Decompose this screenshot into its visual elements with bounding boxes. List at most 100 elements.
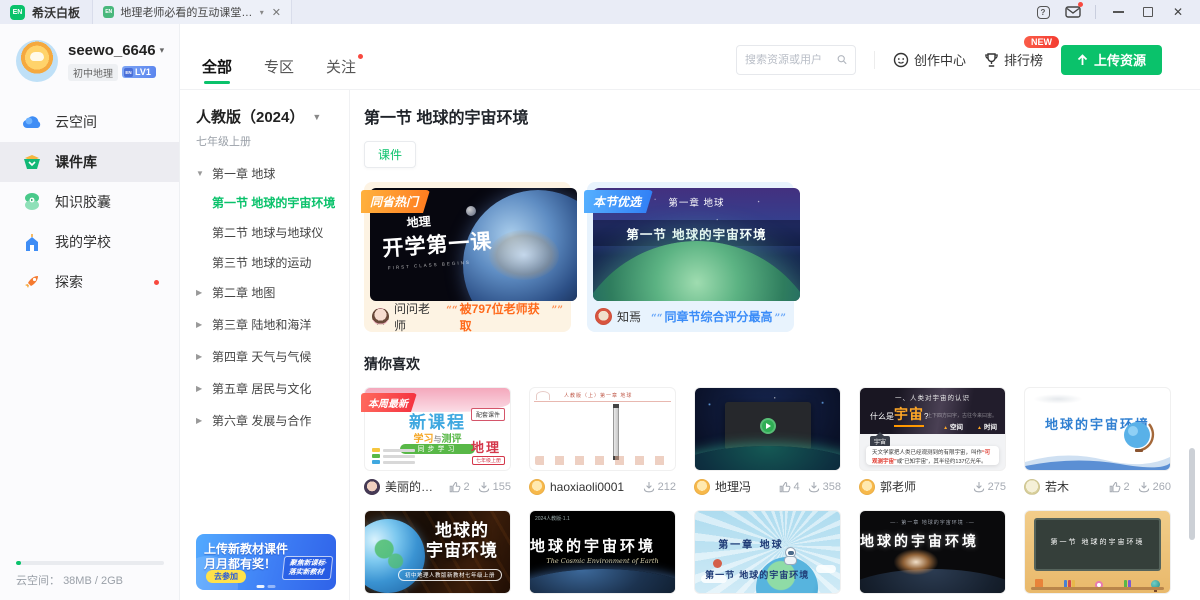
author-name[interactable]: haoxiaoli0001 [550, 480, 624, 494]
search-icon[interactable] [837, 53, 847, 66]
section-1-3[interactable]: 第三节 地球的运动 [212, 254, 349, 271]
tab-following[interactable]: 关注 [326, 56, 356, 89]
filter-tag-courseware[interactable]: 课件 [364, 141, 416, 168]
card-thumbnail[interactable]: 地球的宇宙环境 初中地理人教版新教材七年级上册 [364, 510, 511, 594]
storage-value: 38MB / 2GB [63, 575, 123, 587]
resource-card[interactable]: 一、人类对宇宙的认识 什么是宇宙? 上下四方曰宇，古往今来曰宙。 空间时间 宇宙… [859, 387, 1006, 497]
resource-card[interactable]: 地球的宇宙环境 若木 [1024, 387, 1171, 497]
chevron-down-icon[interactable]: ▼ [196, 169, 204, 178]
edition-selector[interactable]: 人教版（2024） ▼ [196, 106, 349, 127]
storage-usage: 云空间： 38MB / 2GB [0, 561, 179, 600]
author-name[interactable]: 问问老师 [394, 300, 441, 334]
author-avatar[interactable] [364, 479, 380, 495]
sidebar-item-explore[interactable]: 探索 [0, 262, 179, 302]
sidebar-item-knowledge-capsule[interactable]: 知识胶囊 [0, 182, 179, 222]
author-name[interactable]: 美丽的荣望 [385, 478, 444, 495]
featured-card-hot[interactable]: 同省热门 地理 开学第一课 FIRST CLASS BEGINS [364, 182, 571, 332]
author-name[interactable]: 若木 [1045, 478, 1069, 495]
promo-join-button[interactable]: 去参加 [206, 570, 246, 583]
creation-center-button[interactable]: 创作中心 [893, 50, 966, 69]
author-avatar[interactable] [372, 308, 389, 325]
author-avatar[interactable] [1024, 479, 1040, 495]
tab-close-icon[interactable]: ✕ [272, 6, 281, 19]
chapter-5[interactable]: ▶ 第五章 居民与文化 [196, 380, 349, 397]
author-avatar[interactable] [529, 479, 545, 495]
featured-caption: ““被797位老师获取”” [446, 300, 563, 334]
sidebar-item-cloud-space[interactable]: 云空间 [0, 102, 179, 142]
author-name[interactable]: 郭老师 [880, 478, 916, 495]
header-divider [874, 51, 875, 69]
carousel-dots[interactable] [257, 585, 276, 588]
featured-card-best[interactable]: 本节优选 第一章 地球 第一节 地球的宇宙环境 知焉 ““同章节综合评分最高”” [587, 182, 794, 332]
resource-card[interactable]: 第一节 地球的宇宙环境 [1024, 510, 1171, 600]
chapter-1[interactable]: ▼ 第一章 地球 [196, 165, 349, 182]
app-window: EN 希沃白板 EN 地理老师必看的互动课堂小... ▾ ✕ ? ✕ [0, 0, 1200, 600]
section-1-2[interactable]: 第二节 地球与地球仪 [212, 224, 349, 241]
edition-label: 人教版（2024） [196, 106, 304, 127]
resource-card[interactable]: 地球的宇宙环境 初中地理人教版新教材七年级上册 问问老师 231 [364, 510, 511, 600]
avatar[interactable] [16, 40, 58, 82]
chevron-right-icon[interactable]: ▶ [196, 352, 204, 361]
document-tab[interactable]: EN 地理老师必看的互动课堂小... ▾ ✕ [92, 0, 292, 24]
author-avatar[interactable] [859, 479, 875, 495]
download-stat: 358 [808, 481, 841, 493]
minimize-icon[interactable] [1110, 4, 1126, 20]
upload-resource-button[interactable]: 上传资源 [1061, 45, 1162, 75]
app-title: 希沃白板 [32, 4, 80, 21]
author-name[interactable]: 知焉 [617, 308, 641, 325]
resource-card[interactable]: 本周最新 配套课件 新课程 学习与测评 同步学习 地理 七年级上册 [364, 387, 511, 497]
chapter-3[interactable]: ▶ 第三章 陆地和海洋 [196, 316, 349, 333]
maximize-icon[interactable] [1140, 4, 1156, 20]
resource-card[interactable]: —· 第一章 地球的宇宙环境 ·— 地球的宇宙环境 曾秋萍 4 98 [859, 510, 1006, 600]
card-thumbnail[interactable]: 2024人教版·1.1 地球的宇宙环境 The Cosmic Environme… [529, 510, 676, 594]
author-avatar[interactable] [694, 479, 710, 495]
card-thumbnail[interactable]: 一、人类对宇宙的认识 什么是宇宙? 上下四方曰宇，古往今来曰宙。 空间时间 宇宙… [859, 387, 1006, 471]
search-input[interactable] [745, 54, 831, 66]
chevron-right-icon[interactable]: ▶ [196, 320, 204, 329]
chapter-6[interactable]: ▶ 第六章 发展与合作 [196, 412, 349, 429]
user-profile[interactable]: seewo_6646 ▾ 初中地理 EN LV1 [0, 24, 179, 92]
resource-card[interactable]: 人教版（上）第一章 地球 haoxiaoli0001 212 [529, 387, 676, 497]
username: seewo_6646 [68, 42, 156, 59]
tab-caret-icon[interactable]: ▾ [260, 8, 264, 17]
mail-icon[interactable] [1065, 4, 1081, 20]
search-box[interactable] [736, 45, 856, 75]
tab-all[interactable]: 全部 [202, 56, 232, 89]
chalkboard-illustration: 第一节 地球的宇宙环境 [1034, 518, 1161, 571]
close-icon[interactable]: ✕ [1170, 4, 1186, 20]
chapter-2[interactable]: ▶ 第二章 地图 [196, 284, 349, 301]
chevron-right-icon[interactable]: ▶ [196, 384, 204, 393]
chapter-tree: ▼ 第一章 地球 第一节 地球的宇宙环境 第二节 地球与地球仪 第三节 地球的运… [196, 165, 349, 444]
author-name[interactable]: 地理冯 [715, 478, 751, 495]
resource-card[interactable]: 2024人教版·1.1 地球的宇宙环境 The Cosmic Environme… [529, 510, 676, 600]
resource-card[interactable]: 地理冯 4 358 [694, 387, 841, 497]
suggestions-grid: 本周最新 配套课件 新课程 学习与测评 同步学习 地理 七年级上册 [364, 387, 1200, 600]
document-icon: EN [103, 6, 114, 18]
download-stat: 155 [478, 481, 511, 493]
chevron-right-icon[interactable]: ▶ [196, 288, 204, 297]
sidebar-item-my-school[interactable]: 我的学校 [0, 222, 179, 262]
app-logo-icon: EN [10, 5, 25, 20]
chevron-right-icon[interactable]: ▶ [196, 416, 204, 425]
ribbon-section-pick: 本节优选 [584, 190, 653, 213]
username-caret-icon[interactable]: ▾ [160, 45, 165, 56]
download-icon [478, 481, 490, 493]
ranking-button[interactable]: 排行榜 NEW [984, 50, 1043, 69]
card-thumbnail[interactable] [694, 387, 841, 471]
level-badge: EN LV1 [122, 66, 156, 78]
chapter-4[interactable]: ▶ 第四章 天气与气候 [196, 348, 349, 365]
card-thumbnail[interactable]: 第一节 地球的宇宙环境 [1024, 510, 1171, 594]
author-avatar[interactable] [595, 308, 612, 325]
card-thumbnail[interactable]: 人教版（上）第一章 地球 [529, 387, 676, 471]
resource-card[interactable]: 第一章 地球 第一节 地球的宇宙环境 谢彩云 5 921 [694, 510, 841, 600]
featured-caption: ““同章节综合评分最高”” [651, 308, 786, 325]
promo-banner[interactable]: 上传新教材课件 月月都有奖！ 去参加 聚焦新课标· 落实新教材 [196, 534, 336, 590]
card-thumbnail[interactable]: 地球的宇宙环境 [1024, 387, 1171, 471]
card-thumbnail[interactable]: —· 第一章 地球的宇宙环境 ·— 地球的宇宙环境 [859, 510, 1006, 594]
card-thumbnail[interactable]: 第一章 地球 第一节 地球的宇宙环境 [694, 510, 841, 594]
section-1-1[interactable]: 第一节 地球的宇宙环境 [212, 194, 349, 211]
help-icon[interactable]: ? [1035, 4, 1051, 20]
tab-zone[interactable]: 专区 [264, 56, 294, 89]
scrollbar[interactable] [1189, 448, 1195, 540]
sidebar-item-courseware-library[interactable]: 课件库 [0, 142, 179, 182]
